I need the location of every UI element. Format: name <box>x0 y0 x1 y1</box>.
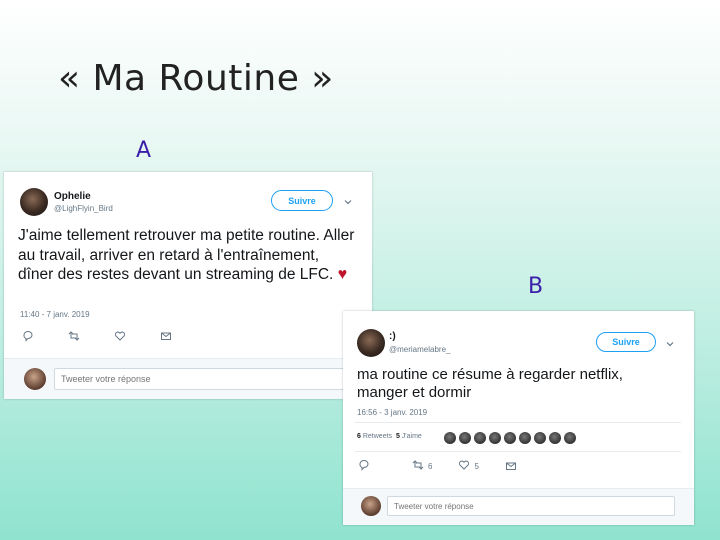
tweet-b: :) @meriamelabre_ Suivre ma routine ce r… <box>343 311 694 525</box>
avatar <box>361 496 381 516</box>
engagement-stats: 6 Retweets 5 J'aime <box>357 433 422 440</box>
chevron-down-icon[interactable] <box>665 336 677 348</box>
tweet-timestamp[interactable]: 16:56 - 3 janv. 2019 <box>357 408 427 417</box>
retweet-action[interactable]: 6 <box>412 459 432 473</box>
avatar[interactable] <box>519 432 531 444</box>
reply-bar <box>343 488 694 525</box>
tweet-body: ma routine ce résume à regarder netflix,… <box>357 366 623 401</box>
divider <box>355 422 681 423</box>
retweet-icon[interactable] <box>412 459 424 473</box>
like-action[interactable]: 5 <box>458 459 479 473</box>
follow-button[interactable]: Suivre <box>271 190 333 211</box>
avatar[interactable] <box>459 432 471 444</box>
action-bar: 6 5 <box>358 459 517 473</box>
likes-label[interactable]: J'aime <box>402 433 422 440</box>
retweets-label[interactable]: Retweets <box>363 433 392 440</box>
heart-icon[interactable] <box>458 459 470 473</box>
like-count: 5 <box>474 461 479 471</box>
reply-action[interactable] <box>358 459 386 473</box>
avatar[interactable] <box>444 432 456 444</box>
tweet-text: J'aime tellement retrouver ma petite rou… <box>18 226 358 285</box>
action-bar <box>22 330 172 342</box>
avatar[interactable] <box>20 188 48 216</box>
heart-icon[interactable] <box>114 330 126 342</box>
label-a: A <box>136 138 152 163</box>
tweet-body: J'aime tellement retrouver ma petite rou… <box>18 227 355 283</box>
retweets-count[interactable]: 6 <box>357 433 361 440</box>
label-b: B <box>528 274 544 299</box>
likes-count[interactable]: 5 <box>396 433 400 440</box>
avatar <box>24 368 46 390</box>
mail-icon[interactable] <box>160 330 172 342</box>
author-handle[interactable]: @LighFlyin_Bird <box>54 204 113 213</box>
mail-icon[interactable] <box>505 459 517 473</box>
chevron-down-icon[interactable] <box>343 194 355 206</box>
retweet-count: 6 <box>428 461 433 471</box>
avatar[interactable] <box>534 432 546 444</box>
tweet-timestamp[interactable]: 11:40 - 7 janv. 2019 <box>20 310 90 319</box>
author-name[interactable]: :) <box>389 331 396 342</box>
reply-input[interactable] <box>54 368 364 390</box>
likers-avatars <box>444 432 576 444</box>
avatar[interactable] <box>549 432 561 444</box>
slide-title: « Ma Routine » <box>58 58 334 99</box>
reply-icon[interactable] <box>358 459 370 473</box>
avatar[interactable] <box>474 432 486 444</box>
divider <box>355 451 681 452</box>
avatar[interactable] <box>564 432 576 444</box>
heart-emoji: ♥ <box>337 266 348 283</box>
follow-button[interactable]: Suivre <box>596 332 656 352</box>
author-name[interactable]: Ophelie <box>54 191 91 202</box>
reply-bar <box>4 358 372 399</box>
avatar[interactable] <box>489 432 501 444</box>
avatar[interactable] <box>357 329 385 357</box>
author-handle[interactable]: @meriamelabre_ <box>389 345 450 354</box>
reply-icon[interactable] <box>22 330 34 342</box>
tweet-a: Ophelie @LighFlyin_Bird Suivre J'aime te… <box>4 172 372 399</box>
reply-input[interactable] <box>387 496 675 516</box>
avatar[interactable] <box>504 432 516 444</box>
retweet-icon[interactable] <box>68 330 80 342</box>
